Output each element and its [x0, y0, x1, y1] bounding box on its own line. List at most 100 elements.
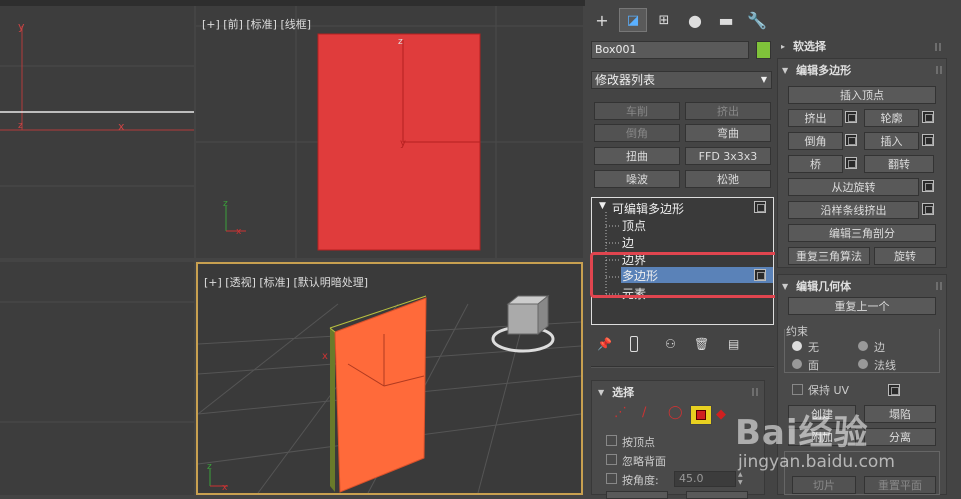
modifier-bend-button[interactable]: 弯曲 [685, 124, 771, 142]
show-end-result-icon[interactable] [630, 336, 638, 352]
edge-mode-icon[interactable]: ∕ [642, 405, 646, 420]
soft-selection-rollout[interactable]: ▸ 软选择 [781, 37, 826, 55]
flip-button[interactable]: 翻转 [864, 155, 934, 173]
tab-hierarchy[interactable]: ⊞ [650, 8, 678, 32]
viewport-bottom-left[interactable] [0, 262, 194, 495]
preserve-uv-settings-icon[interactable] [888, 384, 900, 396]
watermark-url: jingyan.baidu.com [738, 452, 895, 472]
hinge-button[interactable]: 从边旋转 [788, 178, 919, 196]
angle-spinner[interactable]: ▲ ▼ [738, 471, 748, 487]
preserve-uv-checkbox[interactable] [792, 384, 803, 395]
rollout-grip-icon [935, 43, 943, 51]
stack-item-vertex[interactable]: 顶点 [622, 217, 646, 233]
slice-button[interactable]: 切片 [792, 476, 856, 494]
highlight-box [590, 252, 784, 298]
extrude-button[interactable]: 挤出 [788, 109, 843, 127]
viewcube-icon [491, 294, 555, 353]
by-angle-checkbox[interactable] [606, 473, 617, 484]
trash-icon[interactable]: 🗑 [694, 337, 709, 351]
ignore-backfacing-checkbox[interactable] [606, 454, 617, 465]
tab-motion[interactable]: ● [681, 8, 709, 32]
by-vertex-label: 按顶点 [622, 436, 655, 449]
insert-vertex-button[interactable]: 插入顶点 [788, 86, 936, 104]
bevel-button[interactable]: 倒角 [788, 132, 843, 150]
selection-rollout-header[interactable]: ▼ 选择 [598, 383, 634, 401]
viewport-front-grid: z y z x [196, 6, 583, 258]
viewport-top-left[interactable]: y x z [0, 6, 194, 258]
viewport-front-label[interactable]: [+] [前] [标准] [线框] [202, 16, 311, 32]
detach-button[interactable]: 分离 [864, 428, 936, 446]
modifier-extrude-button[interactable]: 挤出 [685, 102, 771, 120]
stack-root-toggle-icon[interactable] [754, 201, 766, 213]
modifier-ffd-button[interactable]: FFD 3x3x3 [685, 147, 771, 165]
front-axis-z: z [398, 37, 403, 47]
viewport-perspective-grid: x z x [198, 294, 581, 493]
shrink-button[interactable] [606, 491, 668, 499]
stack-expand-icon[interactable]: ▼ [599, 201, 606, 211]
vertex-mode-icon[interactable]: ⋰ [614, 405, 627, 420]
modifier-bevel-button[interactable]: 倒角 [594, 124, 680, 142]
inset-settings-icon[interactable] [922, 134, 934, 146]
modifier-twist-button[interactable]: 扭曲 [594, 147, 680, 165]
bridge-button[interactable]: 桥 [788, 155, 843, 173]
turn-button[interactable]: 旋转 [874, 247, 936, 265]
repeat-last-button[interactable]: 重复上一个 [788, 297, 936, 315]
rollout-divider [591, 366, 774, 368]
reset-plane-button[interactable]: 重置平面 [864, 476, 936, 494]
bridge-settings-icon[interactable] [845, 157, 857, 169]
modifier-lathe-button[interactable]: 车削 [594, 102, 680, 120]
modifier-relax-button[interactable]: 松弛 [685, 170, 771, 188]
tab-display[interactable]: ▬ [712, 8, 740, 32]
stack-root-label: 可编辑多边形 [612, 201, 685, 216]
pin-stack-icon[interactable]: 📌 [597, 337, 612, 351]
element-mode-icon[interactable]: ◆ [716, 407, 726, 422]
constraint-edge-radio[interactable] [858, 341, 868, 351]
edit-polygons-header[interactable]: ▼ 编辑多边形 [782, 61, 851, 79]
inset-button[interactable]: 插入 [864, 132, 919, 150]
object-name-field[interactable]: Box001 [591, 41, 749, 59]
angle-input[interactable]: 45.0 [674, 471, 736, 487]
retriangulate-button[interactable]: 重复三角算法 [788, 247, 870, 265]
constraint-normal-radio[interactable] [858, 359, 868, 369]
modify-icon: ◪ [626, 12, 640, 28]
extrude-spline-settings-icon[interactable] [922, 203, 934, 215]
border-mode-icon[interactable]: ◯ [668, 405, 683, 420]
extrude-settings-icon[interactable] [845, 111, 857, 123]
constraint-face-radio[interactable] [792, 359, 802, 369]
tab-create[interactable]: + [588, 8, 616, 32]
viewport-front[interactable]: z y z x [+] [前] [标准] [线框] [196, 6, 583, 258]
persp-gizmo-x: x [222, 483, 228, 493]
polygon-mode-icon[interactable] [690, 405, 712, 425]
hinge-settings-icon[interactable] [922, 180, 934, 192]
bevel-settings-icon[interactable] [845, 134, 857, 146]
edit-triangulation-button[interactable]: 编辑三角剖分 [788, 224, 936, 242]
extrude-along-spline-button[interactable]: 沿样条线挤出 [788, 201, 919, 219]
stack-item-edge[interactable]: 边 [622, 234, 634, 250]
viewport-perspective[interactable]: x z x [+] [透视] [标准] [默认明暗处理] [196, 262, 583, 495]
edit-geometry-header[interactable]: ▼ 编辑几何体 [782, 277, 851, 295]
tab-utilities[interactable]: 🔧 [743, 8, 771, 32]
configure-sets-icon[interactable]: ▤ [728, 337, 739, 351]
stack-root-editable-poly[interactable]: 可编辑多边形 [612, 200, 684, 216]
viewport-perspective-label[interactable]: [+] [透视] [标准] [默认明暗处理] [204, 274, 368, 290]
object-color-swatch[interactable] [756, 41, 771, 59]
collapse-button[interactable]: 塌陷 [864, 405, 936, 423]
by-vertex-checkbox[interactable] [606, 435, 617, 446]
watermark-logo: Bai经验 [735, 413, 869, 453]
modifier-noise-button[interactable]: 噪波 [594, 170, 680, 188]
rollout-grip-icon [936, 66, 944, 74]
constraint-none-radio[interactable] [792, 341, 802, 351]
modifier-list-label: 修改器列表 [595, 73, 656, 87]
preserve-uv-label: 保持 UV [808, 384, 850, 397]
tab-modify[interactable]: ◪ [619, 8, 647, 32]
grow-button[interactable] [686, 491, 748, 499]
wrench-icon: 🔧 [747, 10, 767, 30]
constraint-normal-label: 法线 [874, 359, 896, 372]
make-unique-icon[interactable]: ⚇ [665, 337, 676, 351]
chevron-down-icon: ▼ [760, 75, 767, 84]
outline-settings-icon[interactable] [922, 111, 934, 123]
outline-button[interactable]: 轮廓 [864, 109, 919, 127]
modifier-list-dropdown[interactable]: 修改器列表 ▼ [591, 71, 772, 89]
tl-axis-x: x [118, 120, 125, 133]
viewport-bottom-left-grid [0, 301, 194, 423]
